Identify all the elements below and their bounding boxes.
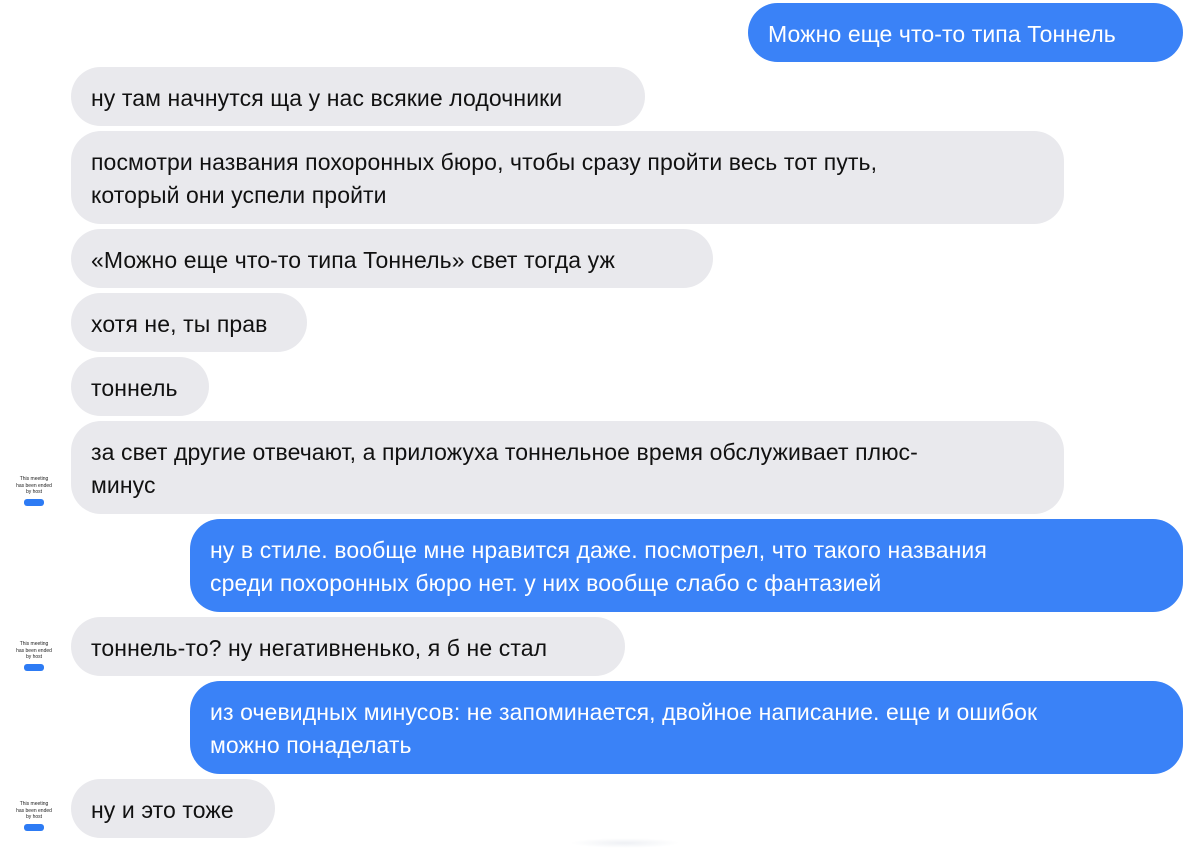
message-text: ну и это тоже — [91, 797, 234, 823]
message-text: тоннель — [91, 375, 178, 401]
message-text: можно понаделать — [210, 732, 412, 758]
message-text: который они успели пройти — [91, 182, 387, 208]
message-bubble-incoming[interactable]: посмотри названия похоронных бюро, чтобы… — [71, 131, 1064, 224]
message-bubble-incoming[interactable]: ну и это тоже — [71, 779, 275, 838]
message-text: посмотри названия похоронных бюро, чтобы… — [91, 149, 878, 175]
message-bubble-incoming[interactable]: «Можно еще что-то типа Тоннель» свет тог… — [71, 229, 713, 288]
avatar-button-shape — [24, 498, 44, 506]
message-bubble-outgoing[interactable]: из очевидных минусов: не запоминается, д… — [190, 681, 1183, 774]
message-bubble-outgoing[interactable]: Можно еще что-то типа Тоннель — [748, 3, 1183, 62]
sender-avatar[interactable]: This meeting has been ended by host — [10, 476, 58, 516]
message-bubble-incoming[interactable]: хотя не, ты прав — [71, 293, 307, 352]
message-text: из очевидных минусов: не запоминается, д… — [210, 699, 1038, 725]
message-text: ну там начнутся ща у нас всякие лодочник… — [91, 85, 563, 111]
message-text: среди похоронных бюро нет. у них вообще … — [210, 570, 882, 596]
avatar-button-shape — [24, 663, 44, 671]
sender-avatar[interactable]: This meeting has been ended by host — [10, 641, 58, 681]
avatar-caption: This meeting has been ended by host — [16, 801, 52, 820]
message-text: ну в стиле. вообще мне нравится даже. по… — [210, 537, 987, 563]
message-text: за свет другие отвечают, а приложуха тон… — [91, 439, 918, 465]
message-text: минус — [91, 472, 156, 498]
message-bubble-outgoing[interactable]: ну в стиле. вообще мне нравится даже. по… — [190, 519, 1183, 612]
message-bubble-incoming[interactable]: за свет другие отвечают, а приложуха тон… — [71, 421, 1064, 514]
message-text: тоннель-то? ну негативненько, я б не ста… — [91, 635, 548, 661]
message-text: Можно еще что-то типа Тоннель — [768, 21, 1116, 47]
message-bubble-incoming[interactable]: тоннель-то? ну негативненько, я б не ста… — [71, 617, 625, 676]
avatar-button-shape — [24, 823, 44, 831]
message-text: хотя не, ты прав — [91, 311, 268, 337]
message-bubble-incoming[interactable]: тоннель — [71, 357, 209, 416]
message-text: «Можно еще что-то типа Тоннель» свет тог… — [91, 247, 615, 273]
message-bubble-incoming[interactable]: ну там начнутся ща у нас всякие лодочник… — [71, 67, 645, 126]
avatar-caption: This meeting has been ended by host — [16, 641, 52, 660]
scroll-fade — [570, 838, 680, 848]
sender-avatar[interactable]: This meeting has been ended by host — [10, 801, 58, 841]
avatar-caption: This meeting has been ended by host — [16, 476, 52, 495]
